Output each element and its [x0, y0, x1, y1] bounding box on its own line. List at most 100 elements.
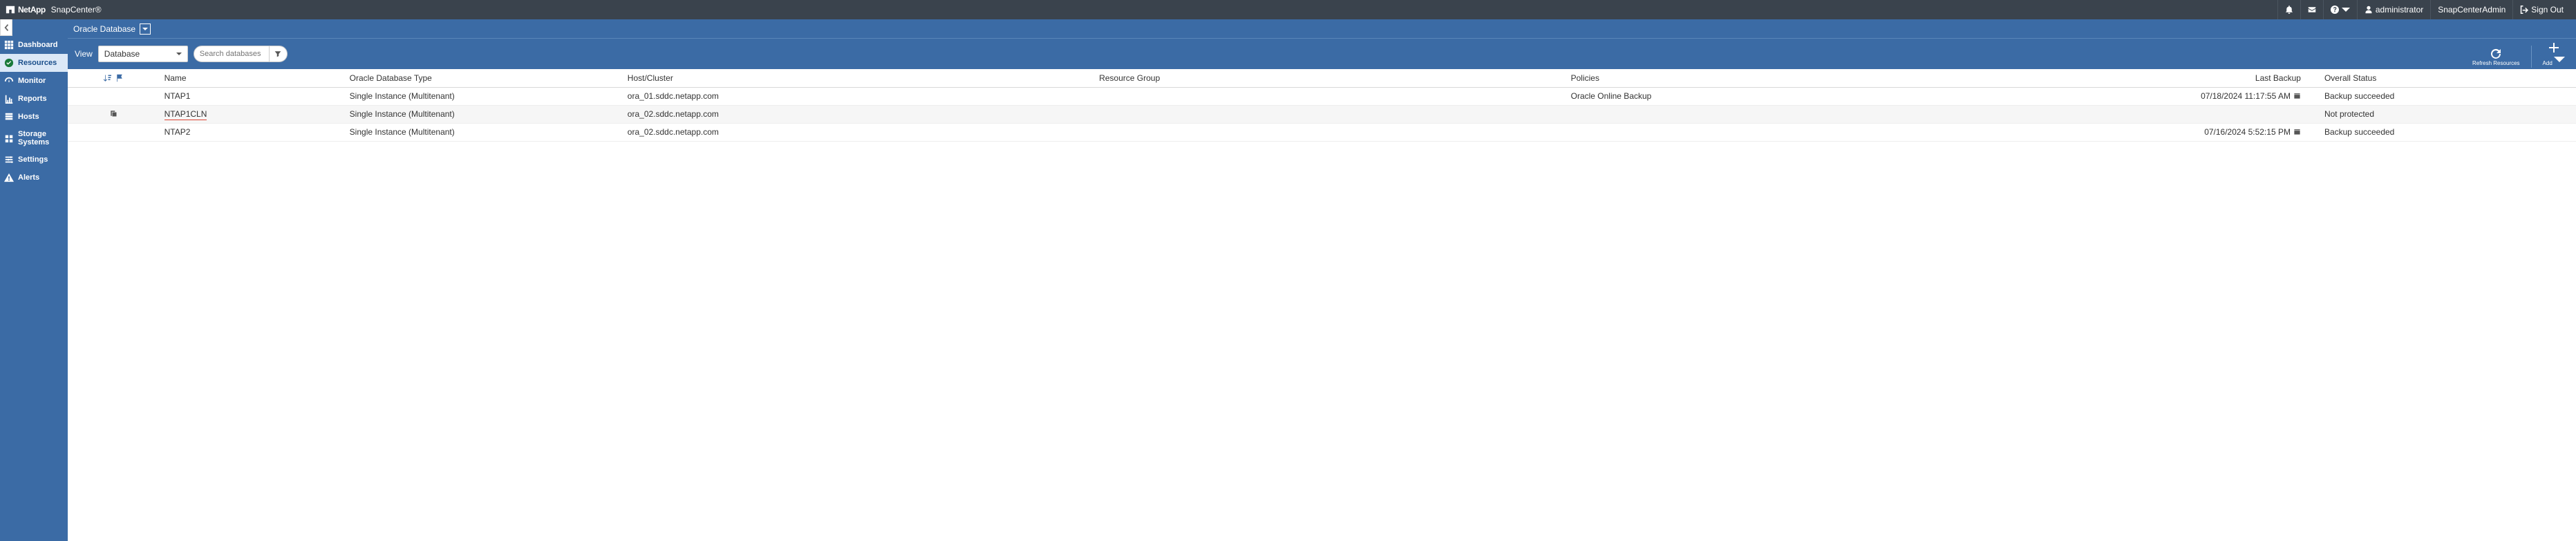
funnel-icon: [274, 50, 281, 57]
sidebar-item-storage[interactable]: Storage Systems: [0, 126, 68, 151]
col-host[interactable]: Host/Cluster: [622, 69, 1093, 88]
resources-table: Name Oracle Database Type Host/Cluster R…: [68, 69, 2576, 142]
cell-host: ora_01.sddc.netapp.com: [622, 88, 1093, 106]
view-label: View: [75, 49, 93, 59]
cell-dbtype: Single Instance (Multitenant): [344, 105, 622, 123]
col-lastbackup[interactable]: Last Backup: [2037, 69, 2306, 88]
breadcrumb-plugin: Oracle Database: [73, 24, 135, 34]
user-label: administrator: [2376, 5, 2423, 15]
sidebar-item-settings[interactable]: Settings: [0, 151, 68, 169]
cell-name: NTAP2: [159, 123, 344, 141]
help-icon: [2331, 6, 2339, 14]
messages-button[interactable]: [2300, 0, 2323, 19]
add-button[interactable]: Add: [2539, 41, 2569, 68]
caret-down-icon: [2554, 54, 2565, 65]
filter-button[interactable]: [270, 46, 288, 62]
view-select[interactable]: Database: [98, 46, 188, 62]
check-shield-icon: [4, 58, 14, 68]
subheader: Oracle Database View Database: [68, 19, 2576, 69]
flag-icon: [115, 74, 124, 82]
col-policies[interactable]: Policies: [1566, 69, 2037, 88]
sidebar-item-label: Settings: [18, 155, 48, 164]
sidebar-item-label: Storage Systems: [18, 130, 64, 146]
cell-dbtype: Single Instance (Multitenant): [344, 123, 622, 141]
cell-policies: Oracle Online Backup: [1566, 88, 2037, 106]
caret-down-icon: [176, 51, 182, 57]
sidebar-item-reports[interactable]: Reports: [0, 90, 68, 108]
sidebar-item-monitor[interactable]: Monitor: [0, 72, 68, 90]
sidebar-item-label: Alerts: [18, 173, 39, 182]
sort-icon: [103, 74, 111, 82]
table-row[interactable]: NTAP2Single Instance (Multitenant)ora_02…: [68, 123, 2576, 141]
cell-host: ora_02.sddc.netapp.com: [622, 123, 1093, 141]
cell-status: Backup succeeded: [2306, 123, 2576, 141]
caret-down-icon: [2342, 6, 2350, 14]
breadcrumb: Oracle Database: [68, 19, 2576, 39]
plugin-dropdown-toggle[interactable]: [140, 23, 151, 35]
col-dbtype[interactable]: Oracle Database Type: [344, 69, 622, 88]
cell-name: NTAP1: [159, 88, 344, 106]
clone-icon: [109, 109, 117, 117]
sidebar-item-resources[interactable]: Resources: [0, 54, 68, 72]
cell-policies: [1566, 123, 2037, 141]
chart-icon: [4, 94, 14, 104]
main-content: Oracle Database View Database: [68, 19, 2576, 541]
bell-icon: [2285, 6, 2293, 14]
refresh-label: Refresh Resources: [2472, 60, 2519, 66]
sidebar: Dashboard Resources Monitor Reports Host…: [0, 19, 68, 541]
role-label: SnapCenterAdmin: [2438, 5, 2506, 15]
signout-button[interactable]: Sign Out: [2512, 0, 2570, 19]
calendar-icon: [2293, 128, 2301, 135]
table-row[interactable]: NTAP1Single Instance (Multitenant)ora_01…: [68, 88, 2576, 106]
search-input[interactable]: [194, 46, 270, 62]
sidebar-item-dashboard[interactable]: Dashboard: [0, 36, 68, 54]
user-menu[interactable]: administrator: [2357, 0, 2430, 19]
signout-icon: [2520, 6, 2528, 14]
gauge-icon: [4, 76, 14, 86]
help-button[interactable]: [2323, 0, 2357, 19]
mail-icon: [2308, 6, 2316, 14]
row-icon-cell: [68, 88, 159, 106]
grid-icon: [4, 40, 14, 50]
cell-status: Not protected: [2306, 105, 2576, 123]
sidebar-collapse-button[interactable]: [0, 19, 12, 36]
sidebar-item-label: Resources: [18, 59, 57, 67]
storage-icon: [4, 133, 14, 143]
user-icon: [2365, 6, 2373, 14]
cell-host: ora_02.sddc.netapp.com: [622, 105, 1093, 123]
brand-text: NetApp: [18, 5, 46, 15]
table-row[interactable]: NTAP1CLNSingle Instance (Multitenant)ora…: [68, 105, 2576, 123]
plus-icon: [2548, 42, 2559, 53]
sidebar-item-alerts[interactable]: Alerts: [0, 169, 68, 187]
alert-icon: [4, 173, 14, 182]
filter-bar: View Database Refresh Resources: [68, 39, 2576, 69]
header-right: administrator SnapCenterAdmin Sign Out: [2277, 0, 2570, 19]
col-status[interactable]: Overall Status: [2306, 69, 2576, 88]
cell-rg: [1093, 105, 1565, 123]
search-group: [194, 46, 288, 62]
row-icon-cell: [68, 123, 159, 141]
sidebar-item-label: Reports: [18, 95, 47, 103]
cell-status: Backup succeeded: [2306, 88, 2576, 106]
product-name: SnapCenter®: [51, 5, 102, 15]
notifications-button[interactable]: [2277, 0, 2300, 19]
netapp-n-icon: [6, 5, 15, 15]
refresh-resources-button[interactable]: Refresh Resources: [2468, 47, 2523, 68]
refresh-icon: [2490, 48, 2501, 59]
app-header: NetApp SnapCenter® administrator SnapCen…: [0, 0, 2576, 19]
sidebar-item-hosts[interactable]: Hosts: [0, 108, 68, 126]
view-value: Database: [104, 49, 140, 59]
sidebar-item-label: Monitor: [18, 77, 46, 85]
cell-dbtype: Single Instance (Multitenant): [344, 88, 622, 106]
brand-logo: NetApp SnapCenter®: [6, 5, 102, 15]
sliders-icon: [4, 155, 14, 164]
cell-name: NTAP1CLN: [159, 105, 344, 123]
resources-table-wrap: Name Oracle Database Type Host/Cluster R…: [68, 69, 2576, 541]
col-rg[interactable]: Resource Group: [1093, 69, 1565, 88]
cell-policies: [1566, 105, 2037, 123]
role-menu[interactable]: SnapCenterAdmin: [2430, 0, 2512, 19]
chevron-left-icon: [3, 24, 10, 31]
table-header-row: Name Oracle Database Type Host/Cluster R…: [68, 69, 2576, 88]
col-name[interactable]: Name: [159, 69, 344, 88]
col-icons[interactable]: [68, 69, 159, 88]
